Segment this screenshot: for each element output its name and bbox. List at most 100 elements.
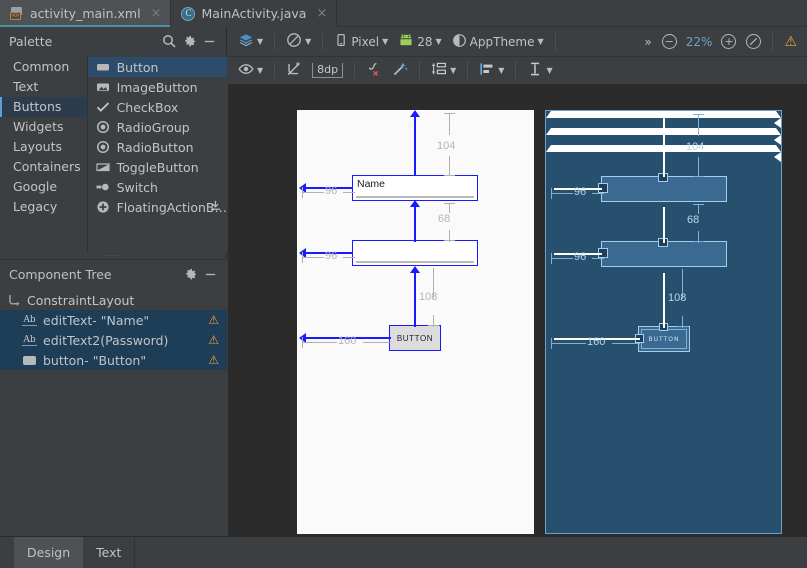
warning-icon[interactable]: ⚠ — [208, 313, 219, 327]
constraint-arrow-up — [410, 110, 420, 117]
download-icon[interactable] — [210, 200, 221, 214]
palette-title: Palette — [9, 33, 53, 49]
infer-constraints-button[interactable] — [388, 60, 412, 82]
design-widget-button[interactable]: BUTTON — [389, 325, 441, 351]
zoom-out-button[interactable]: − — [658, 31, 681, 53]
dim-guide-tick — [677, 326, 688, 327]
toolbar-overflow-button[interactable]: » — [640, 31, 655, 53]
align-icon — [479, 61, 495, 80]
design-widget-edittext2-password[interactable] — [352, 240, 478, 266]
palette-category-widgets[interactable]: Widgets — [0, 117, 87, 137]
palette-panel: Common Text Buttons Widgets Layouts Cont… — [0, 55, 227, 252]
autoconnect-button[interactable] — [282, 60, 306, 82]
chevron-down-icon: ▼ — [305, 36, 312, 46]
api-level-selector[interactable]: 28 ▼ — [394, 31, 445, 53]
tab-activity-main-xml[interactable]: <> activity_main.xml × — [0, 0, 171, 27]
tab-design[interactable]: Design — [14, 537, 84, 568]
palette-item-switch[interactable]: Switch — [88, 177, 227, 197]
layers-button[interactable]: ▼ — [234, 31, 267, 53]
clear-constraints-button[interactable] — [362, 60, 386, 82]
palette-item-label: ImageButton — [116, 79, 198, 95]
minimize-icon[interactable] — [199, 31, 219, 51]
palette-item-togglebutton[interactable]: ToggleButton — [88, 157, 227, 177]
warning-icon[interactable]: ⚠ — [208, 353, 219, 367]
dim-label-68: 68 — [687, 214, 700, 226]
palette-item-button[interactable]: Button — [87, 57, 227, 77]
toolbar-divider — [274, 62, 276, 79]
tab-close-icon[interactable]: × — [316, 6, 327, 21]
palette-item-checkbox[interactable]: CheckBox — [88, 97, 227, 117]
gear-icon[interactable] — [180, 264, 200, 284]
dim-guide-left2b — [343, 257, 355, 258]
bottom-bar-filler — [134, 537, 807, 568]
palette-category-legacy[interactable]: Legacy — [0, 197, 87, 217]
design-widget-edittext-name[interactable]: Name — [352, 175, 478, 201]
chevron-down-icon: ▼ — [382, 36, 389, 46]
chevron-down-icon: ▼ — [435, 36, 442, 46]
panel-resize-grip[interactable]: ⋯⋯ — [0, 252, 226, 260]
tab-close-icon[interactable]: × — [151, 6, 162, 21]
pack-button[interactable]: ▼ — [427, 60, 460, 82]
zoom-in-button[interactable]: + — [717, 31, 740, 53]
gear-icon[interactable] — [179, 31, 199, 51]
palette-category-containers[interactable]: Containers — [0, 157, 87, 177]
dim-guide-edittext1-top2 — [449, 156, 450, 176]
dim-guide-tick — [444, 113, 455, 114]
palette-item-label: Switch — [116, 179, 158, 195]
xml-file-icon: <> — [10, 6, 24, 21]
palette-item-floatingactionbutton[interactable]: FloatingActionB… — [88, 197, 227, 217]
eye-icon — [238, 62, 254, 79]
tab-mainactivity-java[interactable]: C MainActivity.java × — [171, 0, 337, 27]
palette-item-imagebutton[interactable]: ImageButton — [88, 77, 227, 97]
tab-text[interactable]: Text — [83, 537, 134, 568]
guidelines-button[interactable]: ▼ — [523, 60, 556, 82]
minimize-icon[interactable] — [200, 264, 220, 284]
dim-guide-tick — [302, 187, 303, 198]
dim-label-160: 160 — [587, 336, 606, 348]
palette-item-radiogroup[interactable]: RadioGroup — [88, 117, 227, 137]
dim-guide-left2b — [592, 258, 604, 259]
search-icon[interactable] — [159, 31, 179, 51]
zoom-fit-button[interactable] — [742, 31, 765, 53]
component-tree-header: Component Tree — [0, 260, 227, 288]
palette-category-text[interactable]: Text — [0, 77, 87, 97]
device-selector[interactable]: Pixel ▼ — [330, 31, 392, 53]
constraint-line-edittext2-top — [663, 207, 665, 243]
clear-constraints-icon — [366, 61, 382, 80]
palette-item-label: RadioButton — [116, 139, 194, 155]
tree-item-button[interactable]: button- "Button" ⚠ — [0, 350, 227, 370]
dim-guide-left3 — [302, 342, 337, 343]
issues-warning-button[interactable]: ⚠ — [780, 31, 801, 53]
constraint-arrow-up — [410, 266, 420, 273]
android-studio-layout-editor: <> activity_main.xml × C MainActivity.ja… — [0, 0, 807, 568]
theme-selector[interactable]: AppTheme ▼ — [448, 31, 548, 53]
tree-item-edittext2-password[interactable]: Ab editText2(Password) ⚠ — [0, 330, 227, 350]
palette-category-common[interactable]: Common — [0, 57, 87, 77]
view-options-button[interactable]: ▼ — [234, 60, 267, 82]
orientation-button[interactable]: ▼ — [282, 31, 315, 53]
android-icon — [398, 33, 414, 50]
toolbar-divider — [274, 33, 276, 50]
guidelines-icon — [527, 61, 543, 80]
align-button[interactable]: ▼ — [475, 60, 508, 82]
dim-guide-left2 — [551, 258, 573, 259]
blueprint-preview-surface[interactable]: 104 96 68 96 BUTTON 108 160 — [545, 110, 782, 534]
dim-guide-edittext2-top — [449, 203, 450, 213]
tree-item-constraintlayout[interactable]: ConstraintLayout — [0, 290, 227, 310]
palette-item-label: CheckBox — [116, 99, 179, 115]
design-preview-surface[interactable]: Name 104 96 68 96 BUTTON 108 160 — [297, 110, 534, 534]
tree-item-edittext-name[interactable]: Ab editText- "Name" ⚠ — [0, 310, 227, 330]
warning-icon[interactable]: ⚠ — [208, 333, 219, 347]
palette-category-layouts[interactable]: Layouts — [0, 137, 87, 157]
design-canvas[interactable]: Name 104 96 68 96 BUTTON 108 160 104 96 … — [228, 84, 807, 536]
palette-category-google[interactable]: Google — [0, 177, 87, 197]
dim-guide-tick — [693, 241, 704, 242]
palette-category-buttons[interactable]: Buttons — [0, 97, 87, 117]
dim-guide-tick — [551, 188, 552, 199]
dim-guide-tick — [444, 240, 455, 241]
dim-guide-tick — [302, 252, 303, 263]
palette-item-radiobutton[interactable]: RadioButton — [88, 137, 227, 157]
autoconnect-off-icon — [286, 61, 302, 80]
constraint-line-edittext2-top — [414, 206, 416, 242]
default-margin-button[interactable]: 8dp — [308, 60, 347, 82]
